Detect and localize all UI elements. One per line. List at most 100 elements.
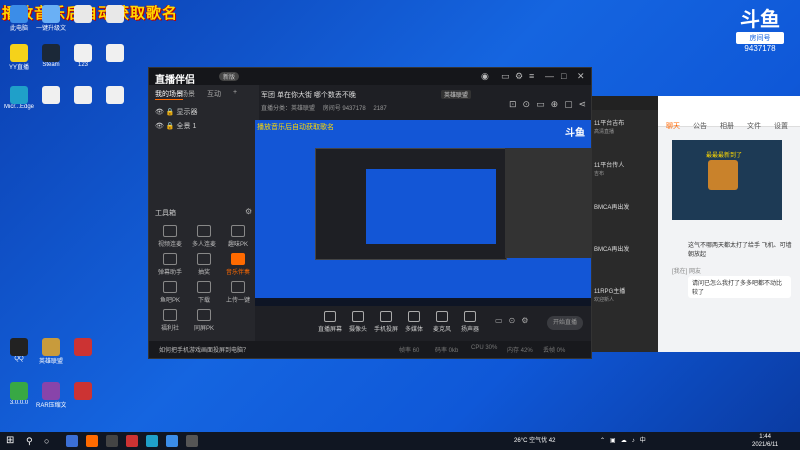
streaming-app-taskbar-icon[interactable]: [86, 435, 98, 447]
source-button[interactable]: 多媒体: [399, 311, 429, 333]
tool-button[interactable]: 鱼吧PK: [155, 281, 185, 304]
tool-icon: [197, 253, 211, 265]
clock-date: 2021/6/11: [752, 442, 779, 448]
tool-button[interactable]: 抽奖: [189, 253, 219, 276]
streaming-app-window: 直播伴侣 新版 ◉ ▭ ⚙ ≡ — □ ✕ 我的场景 场景 互动 + 👁 🔒 显示器 …: [148, 67, 592, 359]
preview-toolbar-icons[interactable]: ⊡⊙▭⊕▢⋖: [509, 99, 592, 110]
list-item-title[interactable]: 11平台传人: [594, 160, 624, 169]
chat-tab[interactable]: 设置: [774, 121, 788, 131]
toolbox-settings-icon[interactable]: ⚙: [245, 207, 252, 216]
source-button[interactable]: 麦克风: [427, 311, 457, 333]
desktop-icon[interactable]: Micr...Edge: [4, 86, 34, 110]
source-button[interactable]: 手机投屏: [371, 311, 401, 333]
desktop-icon[interactable]: 123: [68, 44, 98, 68]
desktop-icon-glyph: [10, 382, 28, 400]
steam-taskbar-icon[interactable]: [106, 435, 118, 447]
source-button[interactable]: 直播屏幕: [315, 311, 345, 333]
tool-button[interactable]: 多人连麦: [189, 225, 219, 248]
tool-button[interactable]: 福利社: [155, 309, 185, 332]
clock[interactable]: 1:44 2021/6/11: [752, 433, 778, 449]
close-icon[interactable]: ✕: [577, 71, 585, 82]
status-tip-link[interactable]: 如何把手机游戏画面投屏到电脑？: [159, 345, 249, 354]
list-item-subtitle: 高清直播: [594, 129, 615, 135]
edge-taskbar-icon[interactable]: [146, 435, 158, 447]
tool-button[interactable]: 趣味PK: [223, 225, 253, 248]
tool-button[interactable]: 上传一键: [223, 281, 253, 304]
chat-bubble: 请问已怎么我打了多多吧都不动比较了: [688, 276, 791, 298]
tray-icons[interactable]: ⌃▣☁♪中: [600, 435, 651, 444]
message-icon[interactable]: ▭: [501, 71, 510, 82]
desktop-icon-label: 3.0.0.0: [9, 400, 29, 406]
app-taskbar-icon-red[interactable]: [126, 435, 138, 447]
record-settings-icons[interactable]: ▭⊙⚙: [495, 316, 534, 325]
tool-button[interactable]: 视频连麦: [155, 225, 185, 248]
desktop-icon[interactable]: 一键升级文档: [36, 5, 66, 32]
desktop-icon[interactable]: YY直播: [4, 44, 34, 71]
maximize-icon[interactable]: □: [561, 71, 566, 81]
windows-start-icon[interactable]: ⊞: [6, 435, 18, 447]
avatar-icon[interactable]: ◉: [481, 71, 489, 82]
scene-tab[interactable]: +: [233, 89, 237, 96]
tool-icon: [231, 225, 245, 237]
app-taskbar-icon-blue[interactable]: [166, 435, 178, 447]
chat-tab[interactable]: 公告: [693, 121, 707, 131]
tool-label: 弹幕助手: [157, 270, 182, 276]
list-item-title[interactable]: BMCA再出发: [594, 244, 629, 253]
version-badge[interactable]: 新版: [219, 72, 240, 81]
desktop-icon[interactable]: [68, 86, 98, 104]
tool-label: 鱼吧PK: [159, 298, 180, 304]
chat-image[interactable]: 最最最新到了: [672, 140, 782, 220]
desktop-icon[interactable]: [100, 44, 130, 62]
source-button[interactable]: 扬声器: [455, 311, 485, 333]
layer-item-panorama[interactable]: 👁 🔒 全景 1: [155, 121, 196, 131]
weather-status[interactable]: 26°C 空气优 42: [514, 435, 555, 444]
desktop-icon[interactable]: Steam: [36, 44, 66, 68]
list-item-title[interactable]: 11RPG主播: [594, 286, 625, 295]
start-live-button[interactable]: 开始直播: [547, 316, 583, 330]
desktop-icon-label: Steam: [42, 62, 60, 68]
file-explorer-icon[interactable]: [66, 435, 78, 447]
settings-icon[interactable]: ⚙: [515, 71, 523, 82]
scene-tab[interactable]: 互动: [207, 89, 221, 99]
chat-tab[interactable]: 聊天: [666, 121, 680, 131]
minimize-icon[interactable]: —: [545, 71, 554, 81]
desktop-icon[interactable]: RAR压缩文件: [36, 382, 66, 409]
room-title[interactable]: 军团 单在你大街 哪个数丢不晚: [261, 90, 356, 100]
layer-item-display[interactable]: 👁 🔒 显示器: [155, 107, 198, 117]
desktop-icon[interactable]: [68, 382, 98, 400]
tool-button[interactable]: 弹幕助手: [155, 253, 185, 276]
scene-tab[interactable]: 我的场景: [155, 89, 183, 100]
desktop-icon[interactable]: [68, 338, 98, 356]
desktop-icon[interactable]: 3.0.0.0: [4, 382, 34, 406]
list-item-title[interactable]: 11平台吉布: [594, 118, 624, 127]
desktop-icon[interactable]: QQ: [4, 338, 34, 362]
chat-tab[interactable]: 文件: [747, 121, 761, 131]
source-label: 扬声器: [460, 327, 479, 333]
source-button[interactable]: 摄像头: [343, 311, 373, 333]
tool-button[interactable]: 下载: [189, 281, 219, 304]
desktop-icon[interactable]: 此电脑: [4, 5, 34, 32]
live-preview[interactable]: 播放音乐后自动获取歌名 斗鱼: [255, 120, 591, 306]
list-header: [590, 96, 660, 110]
list-item-title[interactable]: BMCA再出发: [594, 202, 629, 211]
desktop-icon[interactable]: [68, 5, 98, 23]
tool-button[interactable]: 同屏PK: [189, 309, 219, 332]
scene-tab[interactable]: 场景: [181, 89, 195, 99]
desktop-icon[interactable]: [36, 86, 66, 104]
desktop-icon[interactable]: [100, 5, 130, 23]
desktop-icon-glyph: [106, 5, 124, 23]
desktop-icon[interactable]: [100, 86, 130, 104]
desktop-icon-glyph: [42, 86, 60, 104]
task-view-icon[interactable]: ○: [44, 435, 56, 447]
desktop-icon-glyph: [10, 86, 28, 104]
app-taskbar-icon-grey[interactable]: [186, 435, 198, 447]
taskbar: ⊞ ⚲ ○ 26°C 空气优 42 ⌃▣☁♪中 1:44 2021/6/11: [0, 432, 800, 450]
menu-icon[interactable]: ≡: [529, 71, 534, 81]
tool-button[interactable]: 音乐伴奏: [223, 253, 253, 276]
tool-icon: [231, 281, 245, 293]
desktop-icon-label: 英雄联盟: [38, 359, 63, 365]
search-icon[interactable]: ⚲: [26, 435, 38, 447]
chat-tab[interactable]: 相册: [720, 121, 734, 131]
category-badge[interactable]: 英雄联盟: [441, 90, 472, 99]
desktop-icon[interactable]: 英雄联盟: [36, 338, 66, 365]
